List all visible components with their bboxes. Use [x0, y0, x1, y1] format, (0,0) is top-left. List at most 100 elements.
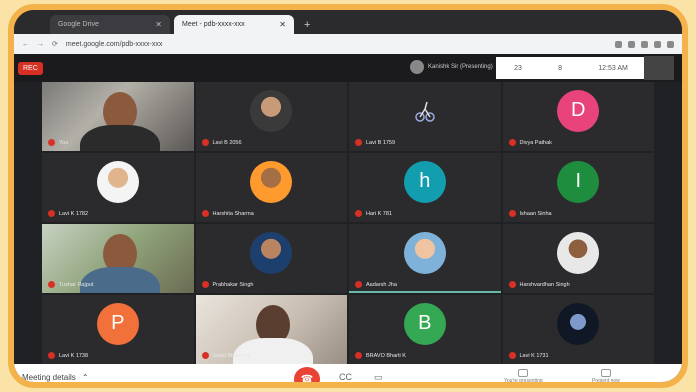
people-button[interactable]: You're presenting — [504, 369, 543, 384]
participant-tile[interactable]: Lavi B 1759 — [349, 82, 501, 151]
avatar — [557, 231, 600, 274]
address-bar: ← → ⟳ meet.google.com/pdb-xxxx-xxx — [14, 34, 682, 54]
participant-tile[interactable]: Tushar Rajput — [42, 224, 194, 293]
people-label: You're presenting — [504, 378, 543, 384]
participant-name-label: Prabhakar Singh — [212, 281, 254, 288]
screenshot-frame: Google Drive ✕ Meet - pdb-xxxx-xxx ✕ + ←… — [8, 4, 688, 388]
avatar: B — [403, 302, 446, 345]
reload-icon[interactable]: ⟳ — [52, 40, 58, 48]
participant-name: Lavi K 1782 — [48, 210, 88, 217]
participant-name-label: BRAVO Bharti K — [366, 352, 406, 359]
present-icon: ▭ — [374, 372, 383, 382]
meeting-details[interactable]: Meeting details ⌃ — [22, 373, 89, 382]
participant-tile[interactable]: I Ishaan Sinha — [502, 153, 654, 222]
tab-meet[interactable]: Meet - pdb-xxxx-xxx ✕ — [174, 15, 294, 34]
mic-off-icon — [355, 281, 362, 288]
profile-icon[interactable] — [667, 40, 674, 48]
tab-google-drive[interactable]: Google Drive ✕ — [50, 15, 170, 34]
participant-name-label: Swati Bhardwaj — [212, 352, 251, 359]
present-now-button[interactable]: Present now — [592, 369, 620, 382]
participant-name-label: Harshvardhan Singh — [519, 281, 570, 288]
participant-tile[interactable]: B BRAVO Bharti K — [349, 295, 501, 364]
participant-name-label: Lavi B 1759 — [366, 139, 396, 146]
mic-off-icon — [508, 139, 516, 146]
mic-off-icon — [201, 210, 209, 217]
screen-icon — [518, 369, 529, 377]
participant-name: Harshvardhan Singh — [508, 281, 570, 288]
close-icon[interactable]: ✕ — [155, 20, 162, 29]
presenter-indicator: Kanishk Sir (Presenting) — [410, 60, 493, 74]
participant-grid: You Lavi B 2056 Lavi B 1759 D Divya Pathak La… — [42, 82, 654, 364]
participant-name: Lavi K 1731 — [508, 352, 549, 359]
participant-tile[interactable]: Harshvardhan Singh — [502, 224, 654, 293]
avatar — [557, 302, 600, 345]
chat-count[interactable]: 8 — [558, 65, 562, 72]
mic-off-icon — [48, 139, 55, 146]
avatar: h — [403, 160, 446, 203]
participant-name-label: Lavi K 1731 — [519, 352, 549, 359]
active-speaker-indicator — [349, 291, 501, 293]
presenter-name: Kanishk Sir (Presenting) — [428, 64, 493, 70]
participant-name-label: Lavi K 1738 — [59, 352, 89, 359]
participant-tile[interactable]: Harshita Sharma — [195, 153, 347, 222]
participant-tile[interactable]: Aadarsh Jha — [349, 224, 501, 293]
url-field[interactable]: meet.google.com/pdb-xxxx-xxx — [66, 41, 162, 48]
participant-name-label: Tushar Rajput — [59, 281, 94, 288]
participant-tile[interactable]: Lavi K 1782 — [42, 153, 194, 222]
avatar — [410, 60, 424, 74]
mic-off-icon — [508, 281, 516, 288]
forward-icon[interactable]: → — [37, 41, 44, 48]
participant-name-label: Ishaan Sinha — [519, 210, 552, 217]
participant-tile[interactable]: Swati Bhardwaj — [195, 295, 347, 364]
participant-count[interactable]: 23 — [514, 65, 522, 72]
mic-off-icon — [201, 352, 209, 359]
participant-tile[interactable]: Lavi B 2056 — [195, 82, 347, 151]
clock: 12:53 AM — [598, 64, 628, 72]
avatar — [403, 231, 446, 274]
participant-name: Ishaan Sinha — [508, 210, 552, 217]
meeting-info-panel: 23 8 12:53 AM — [496, 57, 646, 79]
chevron-up-icon: ⌃ — [81, 373, 89, 382]
mic-off-icon — [508, 210, 516, 217]
mic-off-icon — [48, 352, 55, 359]
back-icon[interactable]: ← — [22, 41, 29, 48]
tab-label: Meet - pdb-xxxx-xxx — [182, 21, 245, 28]
avatar: I — [557, 160, 600, 203]
phone-icon: ☎ — [300, 373, 314, 385]
mic-off-icon — [201, 139, 209, 146]
participant-tile[interactable]: Lavi K 1731 — [502, 295, 654, 364]
avatar: P — [96, 302, 139, 345]
participant-name-label: Divya Pathak — [519, 139, 552, 146]
captions-button[interactable]: CC — [339, 372, 352, 382]
meeting-details-label: Meeting details — [22, 373, 76, 382]
extension-icon[interactable] — [628, 40, 635, 48]
participant-name: Divya Pathak — [508, 139, 552, 146]
browser-tabbar: Google Drive ✕ Meet - pdb-xxxx-xxx ✕ + — [14, 10, 682, 34]
mic-off-icon — [355, 210, 362, 217]
meet-header: REC Kanishk Sir (Presenting) 23 8 12:53 … — [14, 54, 682, 82]
participant-tile[interactable]: h Hari K 781 — [349, 153, 501, 222]
participant-name-label: Hari K 781 — [366, 210, 392, 217]
avatar — [96, 160, 139, 203]
bicycle-icon — [415, 101, 435, 122]
participant-name-label: Lavi B 2056 — [212, 139, 242, 146]
participant-tile[interactable]: You — [42, 82, 194, 151]
participant-name: You — [48, 139, 68, 146]
participant-name: Lavi B 1759 — [355, 139, 395, 146]
close-icon[interactable]: ✕ — [279, 20, 286, 29]
participant-tile[interactable]: P Lavi K 1738 — [42, 295, 194, 364]
avatar: D — [557, 89, 600, 132]
avatar — [250, 89, 293, 132]
extension-icon[interactable] — [641, 40, 648, 48]
mic-off-icon — [201, 281, 209, 288]
participant-tile[interactable]: Prabhakar Singh — [195, 224, 347, 293]
present-now-icon — [600, 369, 611, 377]
hangup-button[interactable]: ☎ — [294, 367, 320, 385]
extension-icon[interactable] — [654, 40, 661, 48]
present-button[interactable]: ▭ — [374, 372, 383, 382]
participant-tile[interactable]: D Divya Pathak — [502, 82, 654, 151]
participant-name-label: Aadarsh Jha — [366, 281, 397, 288]
new-tab-icon[interactable]: + — [298, 19, 316, 34]
participant-name: Tushar Rajput — [48, 281, 93, 288]
extension-icon[interactable] — [615, 40, 622, 48]
